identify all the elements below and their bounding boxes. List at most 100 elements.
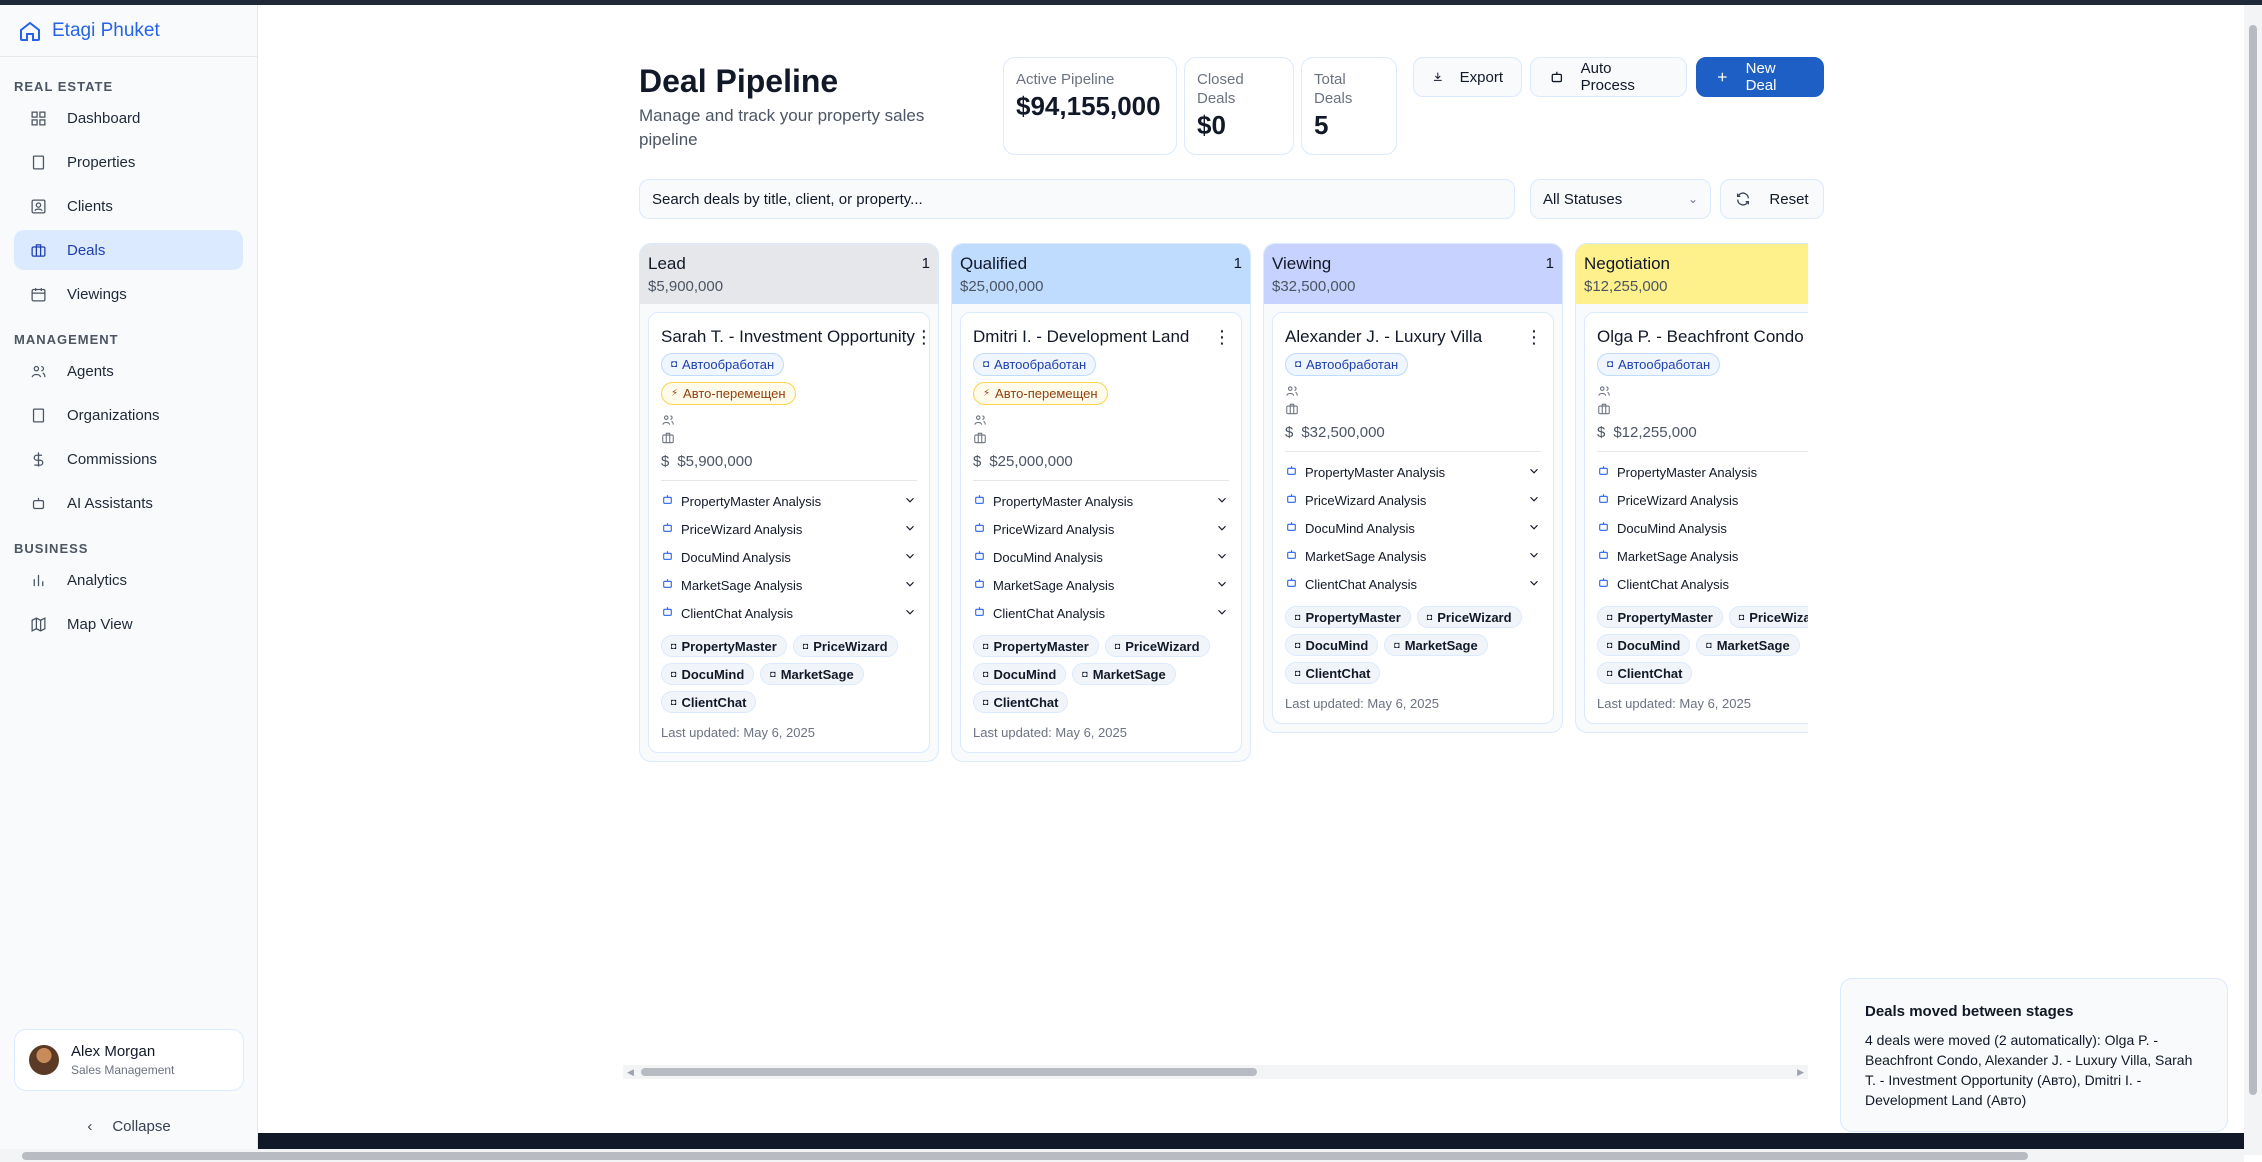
assistant-chip[interactable]: ◘ DocuMind xyxy=(661,663,755,685)
page-vertical-scrollbar[interactable] xyxy=(2244,5,2262,1155)
badge-label: Авто-перемещен xyxy=(995,386,1098,401)
chevron-down-icon[interactable] xyxy=(1527,548,1541,565)
analysis-row[interactable]: PropertyMaster Analysis xyxy=(1597,458,1808,486)
chevron-down-icon[interactable] xyxy=(1527,492,1541,509)
sidebar-item-deals[interactable]: Deals xyxy=(14,230,243,270)
assistant-chip[interactable]: ◘ MarketSage xyxy=(1072,663,1176,685)
chevron-down-icon[interactable] xyxy=(1215,605,1229,622)
assistant-chip[interactable]: ◘ PriceWizard xyxy=(1728,606,1808,628)
chevron-down-icon[interactable] xyxy=(1215,493,1229,510)
assistant-chip[interactable]: ◘ PropertyMaster xyxy=(1285,606,1411,628)
more-options-icon[interactable]: ⋮ xyxy=(1525,328,1543,346)
assistant-chip[interactable]: ◘ ClientChat xyxy=(661,691,757,713)
scrollbar-thumb[interactable] xyxy=(2249,25,2257,1095)
page-horizontal-scrollbar[interactable] xyxy=(0,1149,2244,1162)
sidebar-item-map-view[interactable]: Map View xyxy=(14,604,243,644)
sidebar-item-agents[interactable]: Agents xyxy=(14,351,243,391)
chevron-down-icon[interactable] xyxy=(903,605,917,622)
auto-process-button[interactable]: Auto Process xyxy=(1530,57,1687,97)
sidebar-item-organizations[interactable]: Organizations xyxy=(14,395,243,435)
analysis-row[interactable]: PriceWizard Analysis xyxy=(661,515,917,543)
deal-card[interactable]: Olga P. - Beachfront Condo ◘ Автообработан… xyxy=(1584,312,1808,724)
assistant-chip[interactable]: ◘ PriceWizard xyxy=(1104,635,1210,657)
analysis-row[interactable]: DocuMind Analysis xyxy=(973,543,1229,571)
search-input[interactable]: Search deals by title, client, or proper… xyxy=(639,179,1515,219)
scrollbar-thumb[interactable] xyxy=(22,1152,2028,1160)
user-card[interactable]: Alex Morgan Sales Management xyxy=(14,1029,244,1091)
export-button[interactable]: Export xyxy=(1413,57,1522,97)
analysis-row[interactable]: ClientChat Analysis xyxy=(661,599,917,627)
assistant-chip[interactable]: ◘ PropertyMaster xyxy=(1597,606,1723,628)
deal-price: $ $5,900,000 xyxy=(661,453,917,470)
brand[interactable]: Etagi Phuket xyxy=(0,5,257,57)
sidebar-item-ai-assistants[interactable]: AI Assistants xyxy=(14,483,243,523)
reset-button[interactable]: Reset xyxy=(1720,179,1824,219)
bot-icon: ◘ xyxy=(983,359,990,370)
scrollbar-thumb[interactable] xyxy=(641,1068,1257,1076)
assistant-chip[interactable]: ◘ ClientChat xyxy=(1597,662,1693,684)
analysis-row[interactable]: ClientChat Analysis xyxy=(1285,570,1541,598)
sidebar-item-dashboard[interactable]: Dashboard xyxy=(14,98,243,138)
chevron-down-icon[interactable] xyxy=(1527,464,1541,481)
analysis-row[interactable]: ClientChat Analysis xyxy=(1597,570,1808,598)
analysis-row[interactable]: DocuMind Analysis xyxy=(1597,514,1808,542)
sidebar-item-clients[interactable]: Clients xyxy=(14,186,243,226)
assistant-chip[interactable]: ◘ MarketSage xyxy=(1696,634,1800,656)
analysis-row[interactable]: MarketSage Analysis xyxy=(1285,542,1541,570)
assistant-chip[interactable]: ◘ MarketSage xyxy=(1384,634,1488,656)
assistant-chip[interactable]: ◘ PropertyMaster xyxy=(661,635,787,657)
analysis-row[interactable]: PriceWizard Analysis xyxy=(1285,486,1541,514)
chevron-down-icon[interactable] xyxy=(903,521,917,538)
deal-card[interactable]: Dmitri I. - Development Land ⋮ ◘ Автообрабо… xyxy=(960,312,1242,753)
assistant-chip[interactable]: ◘ PriceWizard xyxy=(1416,606,1522,628)
assistant-chip[interactable]: ◘ PriceWizard xyxy=(792,635,898,657)
chevron-down-icon[interactable] xyxy=(1527,576,1541,593)
assistant-chip[interactable]: ◘ ClientChat xyxy=(973,691,1069,713)
sidebar-item-viewings[interactable]: Viewings xyxy=(14,274,243,314)
status-select[interactable]: All Statuses ⌄ xyxy=(1530,179,1711,219)
analysis-row[interactable]: MarketSage Analysis xyxy=(973,571,1229,599)
analysis-row[interactable]: MarketSage Analysis xyxy=(661,571,917,599)
assistant-chip[interactable]: ◘ MarketSage xyxy=(760,663,864,685)
assistant-chip[interactable]: ◘ DocuMind xyxy=(1285,634,1379,656)
analysis-row[interactable]: PriceWizard Analysis xyxy=(1597,486,1808,514)
chevron-down-icon[interactable] xyxy=(1527,520,1541,537)
analysis-row[interactable]: PriceWizard Analysis xyxy=(973,515,1229,543)
bot-icon: ◘ xyxy=(1295,668,1301,678)
analysis-row[interactable]: PropertyMaster Analysis xyxy=(661,487,917,515)
assistant-chip[interactable]: ◘ DocuMind xyxy=(973,663,1067,685)
more-options-icon[interactable]: ⋮ xyxy=(1213,328,1231,346)
chevron-down-icon[interactable] xyxy=(903,493,917,510)
deal-card[interactable]: Sarah T. - Investment Opportunity ⋮ ◘ Автоо… xyxy=(648,312,933,753)
sidebar-item-commissions[interactable]: Commissions xyxy=(14,439,243,479)
more-options-icon[interactable]: ⋮ xyxy=(915,328,933,346)
analysis-row[interactable]: DocuMind Analysis xyxy=(1285,514,1541,542)
column-total: $32,500,000 xyxy=(1272,278,1356,295)
deal-card[interactable]: Alexander J. - Luxury Villa ⋮ ◘ Автообработ… xyxy=(1272,312,1554,724)
chevron-down-icon[interactable] xyxy=(1215,521,1229,538)
chevron-down-icon[interactable] xyxy=(1215,577,1229,594)
new-deal-button[interactable]: New Deal xyxy=(1696,57,1824,97)
chevron-down-icon[interactable] xyxy=(1215,549,1229,566)
analysis-row[interactable]: PropertyMaster Analysis xyxy=(973,487,1229,515)
scroll-left-icon[interactable]: ◀ xyxy=(627,1065,634,1079)
analysis-row[interactable]: DocuMind Analysis xyxy=(661,543,917,571)
collapse-button[interactable]: ‹ Collapse xyxy=(0,1118,258,1135)
assistant-chip[interactable]: ◘ ClientChat xyxy=(1285,662,1381,684)
assistant-chip[interactable]: ◘ DocuMind xyxy=(1597,634,1691,656)
sidebar-item-analytics[interactable]: Analytics xyxy=(14,560,243,600)
assistant-chip[interactable]: ◘ PropertyMaster xyxy=(973,635,1099,657)
briefcase-icon xyxy=(31,243,46,257)
scroll-right-icon[interactable]: ▶ xyxy=(1797,1065,1804,1079)
sidebar-item-properties[interactable]: Properties xyxy=(14,142,243,182)
bot-icon xyxy=(1597,492,1610,508)
column-count: 1 xyxy=(921,255,930,272)
notification-toast[interactable]: Deals moved between stages 4 deals were … xyxy=(1840,978,2228,1132)
chevron-down-icon[interactable] xyxy=(903,549,917,566)
analysis-row[interactable]: ClientChat Analysis xyxy=(973,599,1229,627)
chevron-down-icon[interactable] xyxy=(903,577,917,594)
analysis-row[interactable]: MarketSage Analysis xyxy=(1597,542,1808,570)
board-horizontal-scrollbar[interactable]: ◀ ▶ xyxy=(623,1065,1808,1079)
last-updated: Last updated: May 6, 2025 xyxy=(661,725,815,740)
analysis-row[interactable]: PropertyMaster Analysis xyxy=(1285,458,1541,486)
